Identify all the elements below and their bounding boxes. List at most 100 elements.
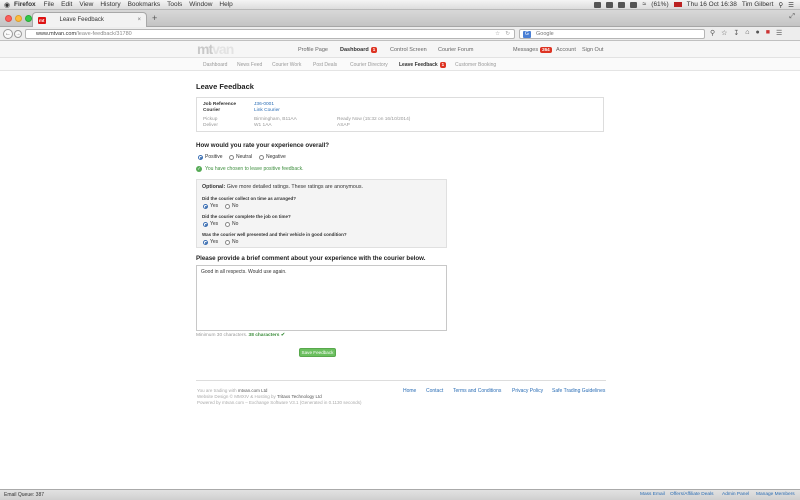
nav-profile-page[interactable]: Profile Page — [298, 47, 328, 53]
user-name[interactable]: Tim Gilbert — [742, 1, 774, 8]
status-link-members[interactable]: Manage Members — [756, 492, 795, 497]
menu-view[interactable]: View — [79, 1, 93, 8]
new-tab-icon[interactable]: + — [152, 13, 157, 23]
footer-link-privacy[interactable]: Privacy Policy — [512, 388, 543, 394]
footer-link-safe-trading[interactable]: Safe Trading Guidelines — [552, 388, 605, 394]
footer-design: Website Design © MMXIV & Hosting by Trit… — [197, 394, 322, 399]
search-icon[interactable]: ⚲ — [710, 29, 715, 37]
footer-design-brand[interactable]: Tritaxs Technology Ltd — [277, 394, 322, 399]
menu-app-name[interactable]: Firefox — [14, 1, 36, 8]
reload-icon[interactable]: ↻ — [505, 30, 510, 39]
subnav-post-deals[interactable]: Post Deals — [313, 62, 337, 68]
radio-selected[interactable] — [203, 221, 208, 227]
url-bar[interactable]: www.mtvan.com/leave-feedback/31780 ☆ ↻ — [25, 29, 515, 39]
wifi-icon[interactable]: ≈ — [642, 1, 646, 8]
radio-selected[interactable] — [203, 239, 208, 245]
nav-sign-out[interactable]: Sign Out — [582, 47, 603, 53]
status-link-offers[interactable]: Offers/Affiliate Deals — [670, 492, 714, 497]
clock[interactable]: Thu 16 Oct 16:38 — [687, 1, 737, 8]
complete-yes[interactable]: Yes — [203, 221, 218, 227]
footer-link-terms[interactable]: Terms and Conditions — [453, 388, 501, 394]
back-icon[interactable]: ← — [3, 29, 13, 39]
email-queue: Email Queue: 387 — [4, 492, 45, 498]
menu-bookmarks[interactable]: Bookmarks — [128, 1, 161, 8]
tray-app2-icon[interactable] — [630, 1, 638, 8]
subnav-courier-directory[interactable]: Courier Directory — [350, 62, 388, 68]
flag-icon[interactable] — [673, 2, 682, 7]
google-icon[interactable]: G — [523, 31, 531, 38]
status-link-mass-email[interactable]: Mass Email — [640, 492, 665, 497]
pickup-label: Pickup — [203, 117, 218, 122]
subnav-leave-feedback[interactable]: Leave Feedback 1 — [399, 62, 447, 68]
rating-neutral[interactable]: Neutral — [229, 154, 252, 160]
subnav-courier-work[interactable]: Courier Work — [272, 62, 301, 68]
footer-trading-brand[interactable]: mtvan.com Ltd — [238, 388, 268, 393]
sync-icon[interactable] — [606, 1, 614, 8]
radio[interactable] — [259, 154, 264, 160]
menu-tools[interactable]: Tools — [167, 1, 182, 8]
menu-window[interactable]: Window — [189, 1, 212, 8]
fullscreen-icon[interactable]: ⤢ — [789, 13, 795, 21]
menu-history[interactable]: History — [100, 1, 120, 8]
dashboard-badge: 1 — [370, 47, 378, 53]
zoom-window-icon[interactable] — [25, 15, 32, 22]
radio[interactable] — [225, 203, 230, 209]
comment-textarea[interactable]: Good in all respects. Would use again. — [196, 265, 447, 331]
nav-control-screen[interactable]: Control Screen — [390, 47, 427, 53]
subnav-dashboard[interactable]: Dashboard — [203, 62, 227, 68]
bookmark-star-icon[interactable]: ☆ — [495, 30, 500, 39]
radio[interactable] — [225, 221, 230, 227]
browser-nav-bar: ← → www.mtvan.com/leave-feedback/31780 ☆… — [0, 27, 800, 41]
menu-file[interactable]: File — [44, 1, 54, 8]
footer-link-contact[interactable]: Contact — [426, 388, 443, 394]
apple-icon[interactable]: ◉ — [0, 1, 14, 9]
job-ref-value[interactable]: J36-0001 — [254, 102, 274, 107]
close-window-icon[interactable] — [5, 15, 12, 22]
radio-selected[interactable] — [203, 203, 208, 209]
presented-yes[interactable]: Yes — [203, 239, 218, 245]
downloads-icon[interactable]: ↧ — [733, 29, 739, 37]
menu-edit[interactable]: Edit — [61, 1, 72, 8]
microphone-icon[interactable]: ● — [756, 29, 760, 37]
search-bar[interactable]: G Google — [519, 29, 705, 39]
nav-messages[interactable]: Messages 264 — [513, 47, 552, 53]
minimize-window-icon[interactable] — [15, 15, 22, 22]
menu-help[interactable]: Help — [219, 1, 232, 8]
search-placeholder: Google — [536, 31, 554, 37]
nav-courier-forum[interactable]: Courier Forum — [438, 47, 473, 53]
battery-status[interactable]: (61%) — [651, 1, 668, 8]
browser-tab[interactable]: mt Leave Feedback × — [32, 12, 147, 27]
radio[interactable] — [229, 154, 234, 160]
presented-no[interactable]: No — [225, 239, 238, 245]
char-count: 38 characters — [248, 333, 280, 338]
subnav-customer-booking[interactable]: Customer Booking — [455, 62, 496, 68]
tray-app-icon[interactable] — [618, 1, 626, 8]
nav-account[interactable]: Account — [556, 47, 576, 53]
rating-negative[interactable]: Negative — [259, 154, 286, 160]
collect-yes[interactable]: Yes — [203, 203, 218, 209]
notifications-icon[interactable]: ☰ — [788, 1, 794, 9]
extension-icon[interactable]: ■ — [766, 29, 770, 37]
bookmarks-star-icon[interactable]: ☆ — [721, 29, 727, 37]
status-link-admin[interactable]: Admin Panel — [722, 492, 749, 497]
radio-selected[interactable] — [198, 154, 203, 160]
footer-divider — [196, 380, 606, 381]
dropbox-icon[interactable] — [594, 1, 602, 8]
footer-powered: Powered by mtvan.com – Exchange Software… — [197, 400, 362, 405]
save-feedback-button[interactable]: Save Feedback — [299, 348, 336, 357]
menu-icon[interactable]: ☰ — [776, 29, 782, 37]
courier-value[interactable]: Link Courier — [254, 108, 280, 113]
radio[interactable] — [225, 239, 230, 245]
optional-intro: Optional: Give more detailed ratings. Th… — [202, 184, 363, 190]
subnav-news-feed[interactable]: News Feed — [237, 62, 262, 68]
home-icon[interactable]: ⌂ — [745, 29, 749, 37]
complete-no[interactable]: No — [225, 221, 238, 227]
site-logo[interactable]: mtvan — [197, 42, 234, 57]
collect-no[interactable]: No — [225, 203, 238, 209]
close-tab-icon[interactable]: × — [137, 17, 141, 23]
forward-icon[interactable]: → — [14, 30, 22, 38]
nav-dashboard[interactable]: Dashboard 1 — [340, 47, 378, 53]
spotlight-icon[interactable]: ⚲ — [778, 1, 783, 9]
footer-link-home[interactable]: Home — [403, 388, 416, 394]
rating-positive[interactable]: Positive — [198, 154, 223, 160]
